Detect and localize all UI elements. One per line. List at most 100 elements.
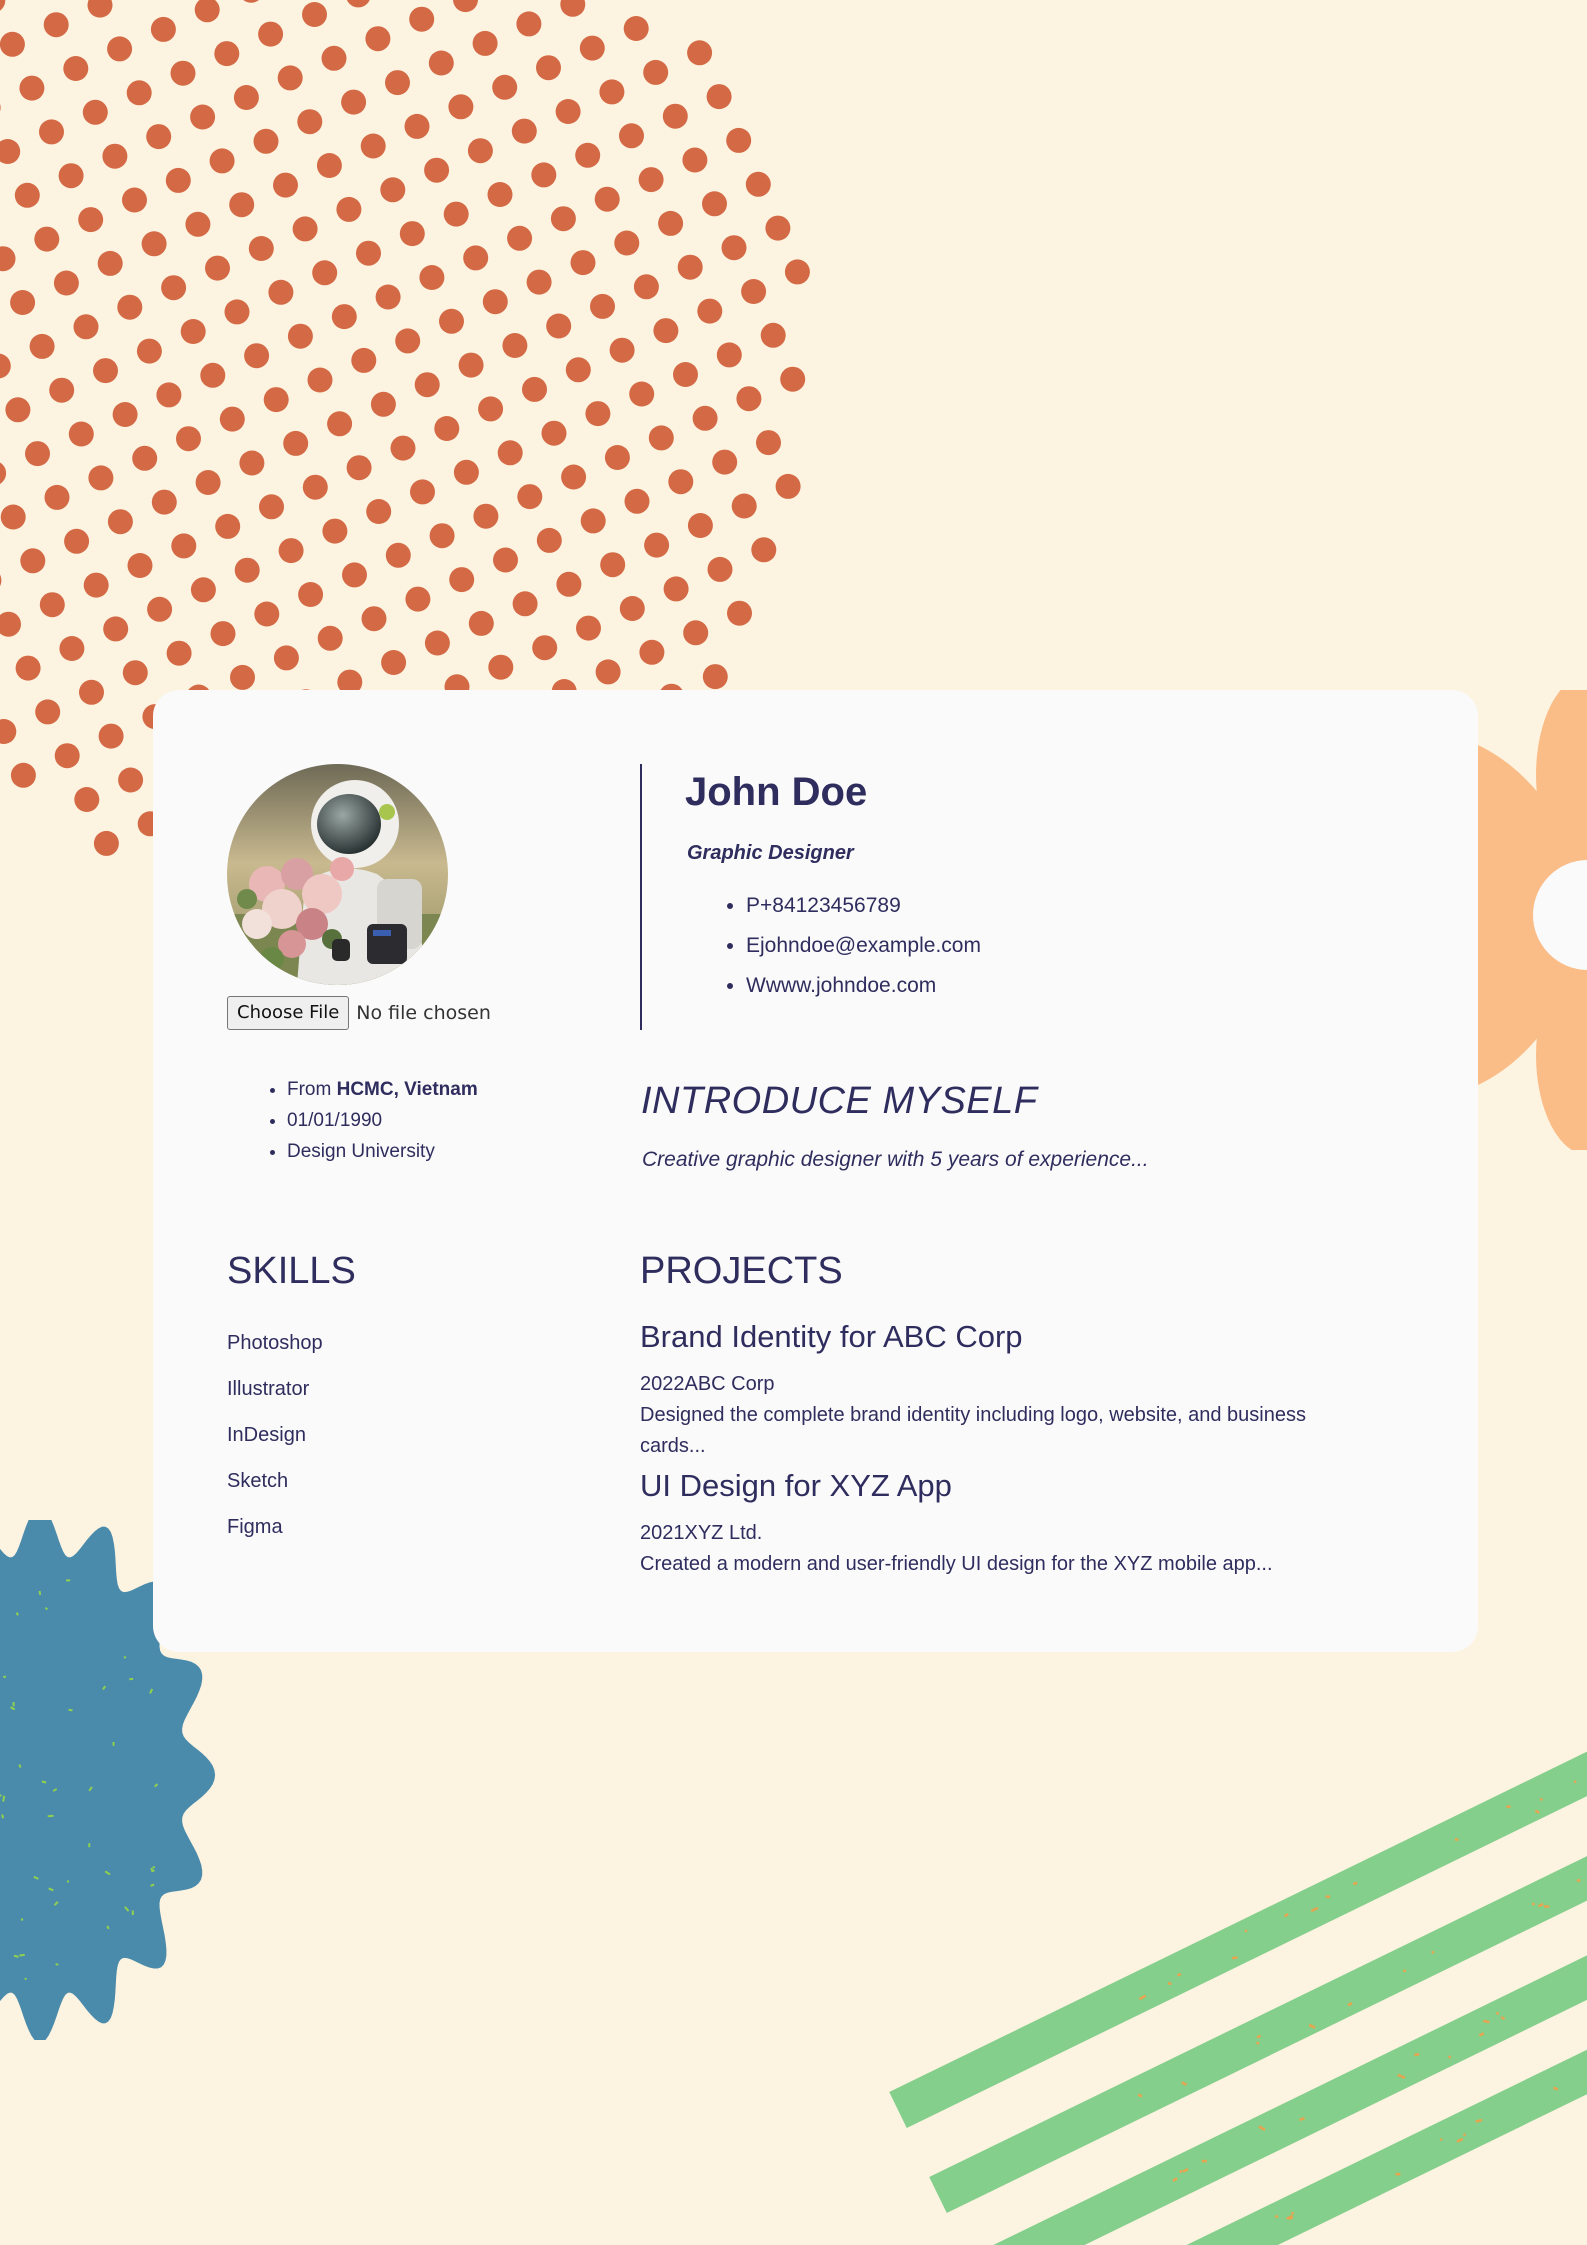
decor-dot — [590, 293, 615, 319]
decor-dot — [150, 16, 176, 42]
decor-dot — [424, 630, 450, 656]
decor-dot — [322, 518, 348, 544]
decor-dot — [132, 445, 158, 471]
decor-dot — [712, 449, 738, 475]
decor-dot — [34, 226, 60, 252]
decor-dot — [312, 260, 338, 286]
decor-dot — [351, 347, 377, 373]
decor-dot — [594, 186, 620, 212]
decor-dot — [0, 246, 16, 272]
decor-dot — [68, 421, 94, 447]
choose-file-button[interactable]: Choose File — [227, 996, 350, 1030]
contact-phone: P+84123456789 — [746, 886, 981, 926]
skill-item: Illustrator — [227, 1378, 310, 1400]
decor-dot — [507, 225, 533, 251]
decor-dot — [463, 245, 489, 271]
decor-dot — [39, 592, 65, 618]
decor-dot — [619, 123, 644, 149]
decor-dot — [585, 401, 611, 427]
decor-dot — [580, 508, 606, 534]
decor-dot — [122, 660, 148, 686]
intro-text: Creative graphic designer with 5 years o… — [642, 1148, 1149, 1171]
decor-dot — [298, 582, 324, 607]
decor-dot — [14, 182, 40, 208]
decor-dot — [683, 620, 709, 646]
personal-details: From HCMC, Vietnam 01/01/1990 Design Uni… — [267, 1074, 478, 1167]
skill-item: InDesign — [227, 1424, 306, 1446]
decor-dot — [194, 0, 220, 23]
decor-dot — [741, 279, 767, 304]
decor-dot — [370, 391, 396, 417]
decor-dot — [122, 187, 147, 213]
decor-dot — [141, 231, 167, 257]
decor-dot — [87, 0, 113, 18]
project-meta: 2022ABC Corp — [640, 1372, 775, 1395]
decor-dot — [658, 210, 684, 236]
decor-dot — [297, 109, 323, 135]
decor-dot — [555, 99, 581, 124]
decor-dot — [0, 719, 17, 744]
skill-item: Figma — [227, 1516, 283, 1538]
decor-dot — [126, 80, 152, 106]
decor-dot — [0, 462, 7, 484]
decor-dot — [233, 85, 259, 110]
decor-dot — [341, 89, 367, 115]
decor-dot — [25, 441, 50, 467]
decor-dot — [147, 596, 173, 622]
decor-dot — [570, 250, 596, 276]
decor-dot — [107, 509, 133, 535]
decor-dot — [307, 367, 333, 393]
vertical-divider — [640, 764, 642, 1030]
decor-stripe — [929, 1856, 1587, 2213]
decor-dot — [103, 616, 129, 642]
decor-dot — [20, 548, 46, 574]
decor-dot — [366, 499, 392, 524]
decor-dot — [254, 601, 280, 627]
decor-dot — [78, 207, 104, 233]
decor-dot — [117, 294, 143, 320]
decor-dot — [243, 0, 259, 3]
decor-dot — [0, 574, 2, 587]
decor-dot — [478, 396, 504, 422]
flower-decoration — [1460, 690, 1587, 1150]
decor-dot — [751, 537, 777, 563]
decor-dot — [0, 103, 1, 112]
decor-dot — [629, 381, 655, 407]
decor-dot — [342, 562, 367, 588]
decor-dot — [136, 338, 162, 364]
decor-dot — [600, 552, 626, 578]
decor-dot — [112, 402, 138, 427]
decor-dot — [278, 538, 304, 564]
decor-stripe — [889, 1751, 1587, 2128]
decor-dot — [43, 12, 69, 38]
decor-dot — [784, 259, 810, 285]
decor-dot — [633, 274, 659, 300]
decor-dot — [0, 139, 21, 164]
decor-dot — [482, 289, 508, 315]
decor-dot — [58, 163, 84, 189]
decor-dot — [258, 21, 284, 47]
decor-dot — [673, 362, 698, 387]
decor-dot — [443, 201, 469, 227]
decor-dot — [292, 216, 318, 242]
decor-dot — [410, 479, 435, 505]
decor-dot — [321, 45, 347, 71]
decor-dot — [190, 104, 216, 130]
photo-upload: Choose File No file chosen — [227, 996, 491, 1030]
decor-dot — [731, 493, 757, 519]
decor-dot — [576, 615, 601, 641]
decor-dot — [0, 611, 21, 637]
decor-dot — [639, 639, 665, 665]
decor-stripe — [993, 1955, 1587, 2245]
decor-dot — [595, 659, 621, 685]
decor-dot — [0, 31, 25, 57]
decor-dot — [536, 55, 561, 81]
decor-dot — [195, 470, 221, 495]
decor-dot — [414, 372, 440, 398]
decor-dot — [428, 50, 454, 76]
decor-dot — [531, 162, 557, 188]
decor-dot — [73, 314, 99, 340]
decor-dot — [380, 177, 406, 203]
decor-dot — [356, 240, 381, 266]
decor-dot — [453, 0, 478, 13]
